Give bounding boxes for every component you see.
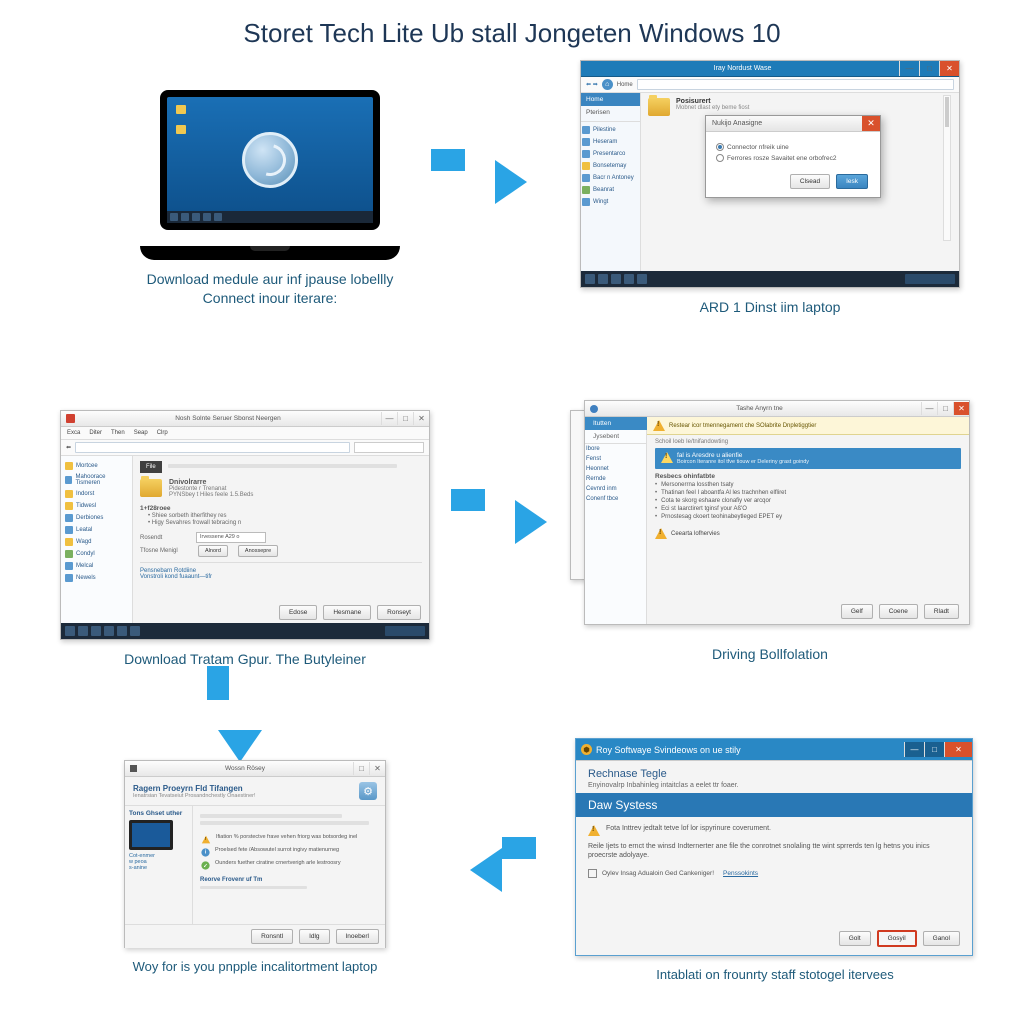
step-1: Download medule aur inf jpause lobellly … [130,90,410,308]
info-icon: i [201,848,209,856]
link[interactable]: Vonstroli kond fuaaunt—tifr [140,574,422,580]
window-titlebar: ⬢Roy Softwaye Svindeows on ue stily ―□✕ [576,739,972,761]
cancel-button[interactable]: Clsead [790,174,830,189]
step-5: Wossn Rösey □✕ Ragern Proeyrn Fld Tifang… [110,760,400,976]
laptop-thumb-icon [129,820,173,850]
folder-icon [140,479,162,497]
address-bar[interactable]: ⬅ ➡ ⌂ Home [581,77,959,93]
gear-icon: ⚙ [359,782,377,800]
window-titlebar: Nosh Solnte Seruer Sbonst Neergen ―□✕ [61,411,429,427]
step1-caption: Download medule aur inf jpause lobellly … [130,270,410,308]
step2-window: Iray Nordust Wase ―□✕ ⬅ ➡ ⌂ Home Home Pt… [580,60,960,288]
warning-banner: Restear icor tmennegament che SOlabrite … [647,417,969,435]
step6-caption: Intablati on frounrty staff stotogel ite… [575,966,975,984]
ok-button[interactable]: Iesk [836,174,868,189]
page-title: Storet Tech Lite Ub stall Jongeten Windo… [0,0,1024,55]
dialog-titlebar: Nukijo Anasigne ✕ [706,116,880,132]
step4-caption: Driving Bollfolation [570,645,970,664]
step3-caption: Download Tratam Gpur. The Butyleiner [60,650,430,669]
radio-option-2[interactable]: Ferrores rosze Savaitet ene orbofrec2 [716,154,870,162]
menu-bar[interactable]: ExcaDiterThenSeapClrp [61,427,429,440]
tab-home[interactable]: Home [581,93,640,106]
step3-window: Nosh Solnte Seruer Sbonst Neergen ―□✕ Ex… [60,410,430,640]
taskbar[interactable] [581,271,959,287]
scrollbar[interactable] [943,95,951,241]
laptop-illustration [140,90,400,260]
tab-other[interactable]: Pterisen [581,106,640,119]
step6-window: ⬢Roy Softwaye Svindeows on ue stily ―□✕ … [575,738,973,956]
dropdown[interactable]: Irvessene A29 o [196,532,266,543]
shield-icon: ⬢ [581,744,592,755]
home-icon[interactable]: ⌂ [602,79,613,90]
browse-button[interactable]: Alnord [198,545,228,557]
close-icon[interactable]: ✕ [862,116,880,131]
radio-option-1[interactable]: Connector nfreik uine [716,143,870,151]
link[interactable]: Penssokints [723,870,758,877]
window-titlebar: Wossn Rösey □✕ [125,761,385,777]
window-controls[interactable]: ―□✕ [899,61,959,76]
warning-icon [588,825,600,836]
checkbox[interactable] [588,869,597,878]
section-header: Daw Systess [576,793,972,817]
step-6: ⬢Roy Softwaye Svindeows on ue stily ―□✕ … [575,738,975,984]
window-titlebar: Tashe Anyrn tne ―□✕ [585,401,969,417]
step2-dialog: Nukijo Anasigne ✕ Connector nfreik uine … [705,115,881,198]
arrow-right-icon [515,500,547,544]
arrow-right-icon [495,160,527,204]
folder-icon [648,98,670,116]
tab[interactable]: Jysebent [585,430,646,443]
check-icon: ✓ [201,861,209,869]
highlighted-item[interactable]: fal is Aresdre u alienfie Boircon Iteran… [655,448,961,469]
arrow-left-icon [470,848,502,892]
step4-window: Tashe Anyrn tne ―□✕ Itutten Jysebent Ibo… [584,400,970,625]
tab-active[interactable]: Itutten [585,417,647,430]
window-titlebar: Iray Nordust Wase ―□✕ [581,61,959,77]
arrow-down-icon [218,730,262,762]
step-4: Tashe Anyrn tne ―□✕ Itutten Jysebent Ibo… [570,400,970,664]
warning-icon [655,528,667,539]
warning-icon [653,420,665,431]
warning-icon [202,836,210,844]
warning-icon [661,452,673,463]
step5-caption: Woy for is you pnpple incalitortment lap… [110,958,400,976]
primary-button[interactable]: Gosyil [877,930,917,947]
step-2: Iray Nordust Wase ―□✕ ⬅ ➡ ⌂ Home Home Pt… [580,60,960,317]
step2-caption: ARD 1 Dinst iim laptop [580,298,960,317]
sidebar[interactable]: Mortcee Mahoorace Tismeren Indorst Tidwe… [61,456,133,624]
step5-window: Wossn Rösey □✕ Ragern Proeyrn Fld Tifang… [124,760,386,948]
logo-icon [242,132,298,188]
step-3: Nosh Solnte Seruer Sbonst Neergen ―□✕ Ex… [60,410,430,669]
